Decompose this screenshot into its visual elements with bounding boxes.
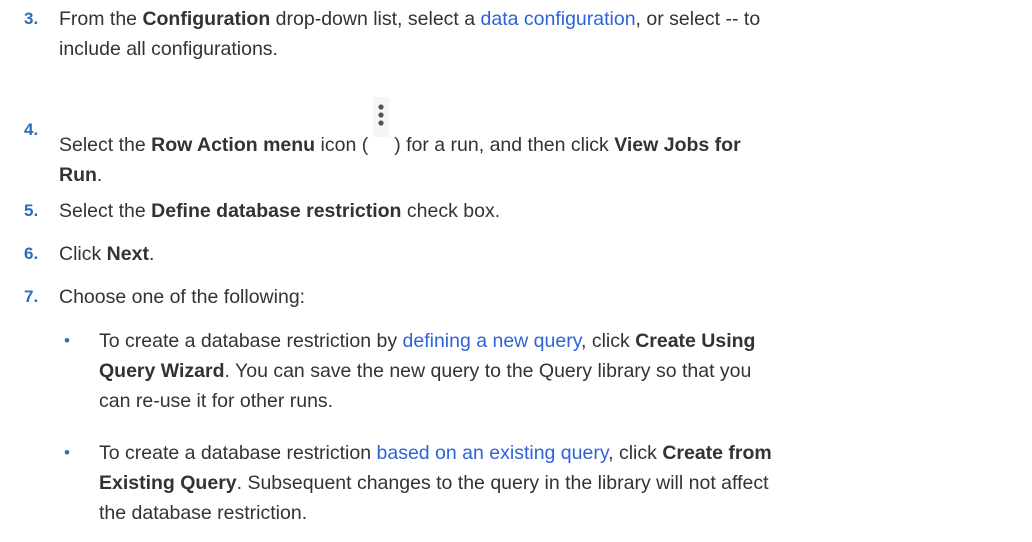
procedure-document: 3. From the Configuration drop-down list… — [0, 0, 1032, 542]
text-fragment: . You can save the new query to the Quer… — [224, 360, 752, 382]
text-fragment: . — [148, 243, 155, 265]
step-text: Select the Define database restriction c… — [59, 196, 999, 226]
step-number: 6. — [24, 244, 39, 263]
text-fragment: From the — [59, 8, 143, 30]
text-fragment: Choose one of the following: — [59, 286, 306, 308]
text-fragment: To create a database restriction — [99, 442, 377, 464]
text-fragment: the database restriction. — [99, 502, 308, 524]
text-fragment: icon ( — [315, 134, 369, 156]
bullet-marker: • — [64, 331, 70, 350]
defining-new-query-link[interactable]: defining a new query — [403, 330, 582, 352]
text-fragment: , or select -- to — [635, 8, 761, 30]
bullet-text: To create a database restriction by defi… — [99, 326, 1009, 416]
step-text: Select the Row Action menu icon ( ) for a… — [59, 97, 999, 190]
ui-term: Query Wizard — [99, 360, 225, 382]
step-number: 3. — [24, 9, 39, 28]
text-fragment: , click — [581, 330, 636, 352]
step-number: 7. — [24, 287, 39, 306]
ui-term: Run — [59, 164, 97, 186]
vertical-ellipsis-icon — [370, 97, 392, 155]
data-configuration-link[interactable]: data configuration — [481, 8, 636, 30]
step-text: Click Next. — [59, 239, 999, 269]
text-fragment: , click — [608, 442, 663, 464]
ui-term: Next — [106, 243, 149, 265]
text-fragment: Select the — [59, 200, 152, 222]
text-fragment: . — [96, 164, 103, 186]
ui-term: Define database restriction — [151, 200, 402, 222]
step-number: 4. — [24, 120, 39, 139]
existing-query-link[interactable]: based on an existing query — [377, 442, 609, 464]
text-fragment: ) for a run, and then click — [394, 134, 615, 156]
text-fragment: Click — [59, 243, 107, 265]
step-text: Choose one of the following: — [59, 282, 999, 312]
step-number: 5. — [24, 201, 39, 220]
step-text: From the Configuration drop-down list, s… — [59, 4, 999, 64]
text-fragment: drop-down list, select a — [270, 8, 481, 30]
text-fragment: To create a database restriction by — [99, 330, 403, 352]
ui-term: Create Using — [635, 330, 756, 352]
text-fragment: include all configurations. — [59, 38, 278, 60]
bullet-marker: • — [64, 443, 70, 462]
text-fragment: can re-use it for other runs. — [99, 390, 334, 412]
text-fragment: . Subsequent changes to the query in the… — [236, 472, 769, 494]
ui-term: Create from — [662, 442, 772, 464]
ui-term: Row Action menu — [151, 134, 316, 156]
bullet-text: To create a database restriction based o… — [99, 438, 1009, 528]
text-fragment: check box. — [401, 200, 501, 222]
ui-term: View Jobs for — [614, 134, 741, 156]
ui-term: Configuration — [142, 8, 271, 30]
text-fragment: Select the — [59, 134, 152, 156]
ui-term: Existing Query — [99, 472, 237, 494]
